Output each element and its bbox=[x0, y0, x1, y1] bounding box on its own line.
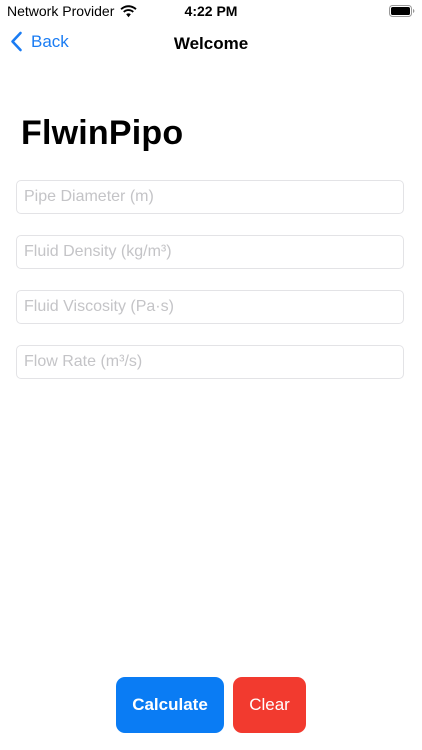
navigation-bar: Back Welcome bbox=[0, 24, 422, 64]
fluid-density-field[interactable] bbox=[16, 235, 404, 269]
nav-title: Welcome bbox=[173, 34, 249, 53]
clear-button[interactable]: Clear bbox=[233, 677, 306, 733]
page-title: FlwinPipo bbox=[21, 114, 184, 152]
calculate-button[interactable]: Calculate bbox=[116, 677, 224, 733]
fluid-viscosity-field[interactable] bbox=[16, 290, 404, 324]
status-time: 4:22 PM bbox=[184, 3, 238, 19]
flow-rate-field[interactable] bbox=[16, 345, 404, 379]
pipe-diameter-field[interactable] bbox=[16, 180, 404, 214]
status-bar: Network Provider 4:22 PM bbox=[0, 0, 422, 24]
battery-icon bbox=[389, 5, 415, 17]
